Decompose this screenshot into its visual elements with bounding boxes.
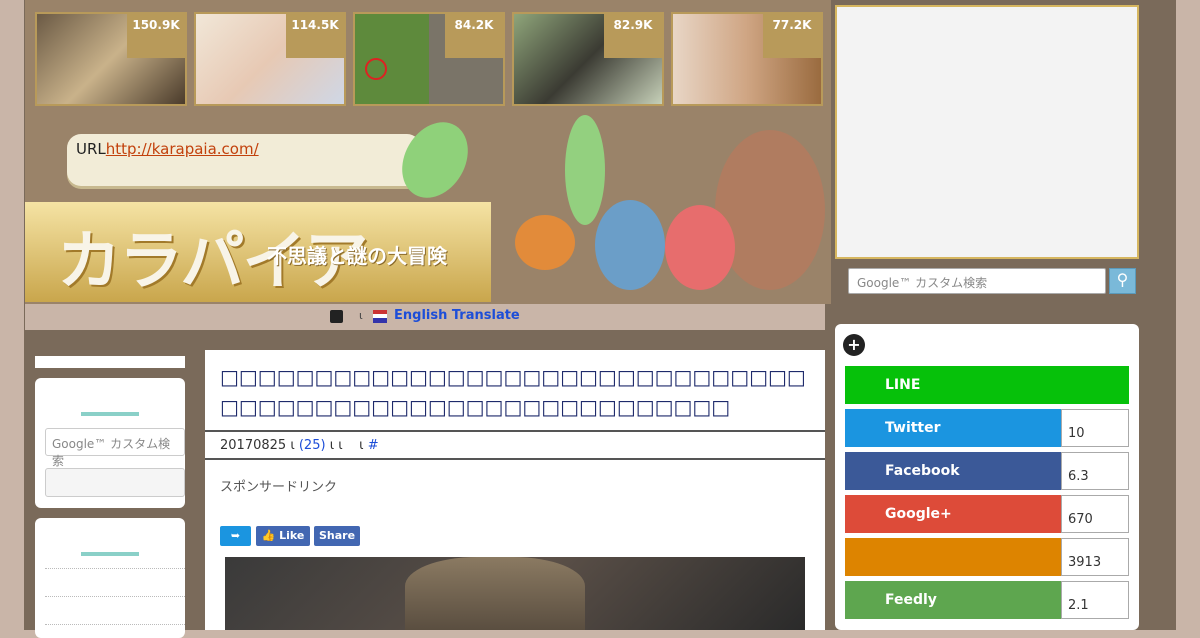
list-divider <box>45 624 185 625</box>
search-icon: ⚲ <box>1116 270 1129 289</box>
share-line-label: LINE <box>845 366 1129 404</box>
view-count: 114.5K <box>286 14 344 58</box>
share-googleplus[interactable]: Google+ 670 <box>845 495 1129 533</box>
thumb-grave[interactable]: 84.2K <box>353 12 505 106</box>
share-twitter[interactable]: Twitter 10 <box>845 409 1129 447</box>
thumb-cat-tree[interactable]: 82.9K <box>512 12 664 106</box>
blue-bird-illustration <box>595 200 665 290</box>
like-button[interactable]: 👍 Like <box>256 526 310 546</box>
list-divider <box>45 568 185 569</box>
sidebar-divider <box>81 412 139 416</box>
view-count: 150.9K <box>127 14 185 58</box>
share-hatena-count: 3913 <box>1061 538 1129 576</box>
butterfly-mascot-illustration <box>565 115 605 225</box>
article-title[interactable]: □□□□□□□□□□□□□□□□□□□□□□□□□□□□□□□□□□□□□□□□… <box>220 362 820 422</box>
red-circle-icon <box>365 58 387 80</box>
translate-bar: ι English Translate <box>25 304 825 330</box>
green-mascot-illustration <box>389 110 481 210</box>
article-meta: 20170825 ι (25) ι ι ι # <box>205 430 825 460</box>
sidebar-list-card <box>35 518 185 638</box>
view-count: 82.9K <box>604 14 662 58</box>
orange-mascot-illustration <box>515 215 575 270</box>
meta-mark: ι ι <box>329 438 343 453</box>
thumb-snow-white-drawing[interactable]: 114.5K <box>194 12 346 106</box>
comment-count-link[interactable]: (25) <box>299 438 326 453</box>
sidebar-search-input[interactable]: Google™ カスタム検索 <box>45 428 185 468</box>
url-label: URL <box>76 140 106 158</box>
share-googleplus-label: Google+ <box>845 495 1062 533</box>
site-logo[interactable]: カラパイア 不思議と謎の大冒険 <box>25 202 491 302</box>
article-date: 20170825 <box>220 438 287 453</box>
share-panel: + LINE Twitter 10 Facebook 6.3 Google+ 6… <box>835 324 1139 630</box>
sidebar-divider <box>81 552 139 556</box>
cat-shape <box>405 557 585 630</box>
share-facebook[interactable]: Facebook 6.3 <box>845 452 1129 490</box>
sidebar-top-bar <box>35 356 185 368</box>
share-feedly-label: Feedly <box>845 581 1062 619</box>
translate-separator: ι <box>359 309 363 322</box>
logo-subtitle: 不思議と謎の大冒険 <box>267 244 447 268</box>
view-count: 77.2K <box>763 14 821 58</box>
thumb-oysters[interactable]: 150.9K <box>35 12 187 106</box>
globe-icon[interactable] <box>330 310 343 323</box>
article: □□□□□□□□□□□□□□□□□□□□□□□□□□□□□□□□□□□□□□□□… <box>205 350 825 630</box>
share-googleplus-count: 670 <box>1061 495 1129 533</box>
share-hatena-label <box>845 538 1062 576</box>
twitter-icon: ➥ <box>230 529 241 542</box>
sidebar-search-button[interactable] <box>45 468 185 497</box>
like-label: Like <box>279 529 305 542</box>
share-feedly[interactable]: Feedly 2.1 <box>845 581 1129 619</box>
ad-placeholder <box>835 5 1139 259</box>
meta-mark: ι <box>359 438 364 453</box>
share-hatena[interactable]: 3913 <box>845 538 1129 576</box>
site-url-link[interactable]: http://karapaia.com/ <box>106 140 259 158</box>
share-facebook-label: Facebook <box>845 452 1062 490</box>
english-translate-link[interactable]: English Translate <box>394 308 520 323</box>
share-button[interactable]: Share <box>314 526 360 546</box>
header-search-input[interactable]: Google™ カスタム検索 <box>848 268 1106 294</box>
share-facebook-count: 6.3 <box>1061 452 1129 490</box>
share-line[interactable]: LINE <box>845 366 1129 404</box>
meta-mark: ι <box>290 438 295 453</box>
sidebar-search-card: Google™ カスタム検索 <box>35 378 185 508</box>
view-count: 84.2K <box>445 14 503 58</box>
sponsor-label: スポンサードリンク <box>220 480 338 495</box>
hash-link[interactable]: # <box>368 438 379 453</box>
url-label-wrap: URLhttp://karapaia.com/ <box>76 140 259 158</box>
thumb-woman-tiger[interactable]: 77.2K <box>671 12 823 106</box>
share-feedly-count: 2.1 <box>1061 581 1129 619</box>
site-header: 150.9K 114.5K 84.2K 82.9K 77.2K URLhttp:… <box>25 0 831 304</box>
tweet-button[interactable]: ➥ <box>220 526 251 546</box>
share-twitter-label: Twitter <box>845 409 1062 447</box>
url-box: URLhttp://karapaia.com/ <box>67 134 421 186</box>
plus-icon[interactable]: + <box>843 334 865 356</box>
share-twitter-count: 10 <box>1061 409 1129 447</box>
list-divider <box>45 596 185 597</box>
search-button[interactable]: ⚲ <box>1109 268 1136 294</box>
share-label: Share <box>318 529 356 542</box>
article-image <box>225 557 805 630</box>
flag-icon <box>373 310 387 323</box>
red-bird-illustration <box>665 205 735 290</box>
